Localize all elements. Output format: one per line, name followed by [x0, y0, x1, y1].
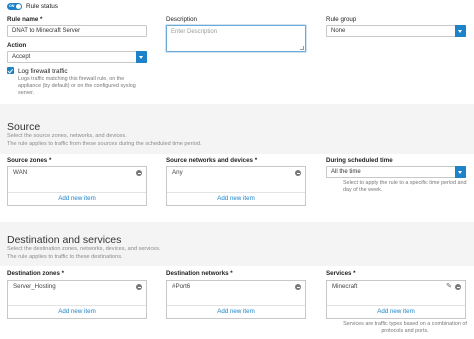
- schedule-value: All the time: [331, 169, 361, 175]
- destination-subtitle-2: The rule applies to traffic to these des…: [7, 254, 123, 260]
- source-zones-list: WAN Add new item: [7, 166, 147, 206]
- action-select[interactable]: Accept: [7, 51, 147, 63]
- add-source-zone-button[interactable]: Add new item: [8, 192, 146, 205]
- service-item: Minecraft: [332, 283, 358, 290]
- schedule-help: Select to apply the rule to a specific t…: [343, 180, 467, 193]
- log-traffic-checkbox[interactable]: [7, 67, 14, 74]
- rule-status-label: Rule status: [26, 3, 58, 10]
- remove-icon[interactable]: [295, 170, 301, 176]
- rule-group-select[interactable]: None: [326, 25, 466, 37]
- schedule-select[interactable]: All the time: [326, 166, 466, 178]
- add-destination-network-button[interactable]: Add new item: [167, 305, 305, 318]
- description-textarea[interactable]: Enter Description: [166, 25, 306, 52]
- action-label: Action: [7, 42, 27, 49]
- chevron-down-icon[interactable]: [455, 166, 466, 178]
- destination-zones-label: Destination zones *: [7, 270, 65, 277]
- remove-icon[interactable]: [455, 284, 461, 290]
- add-source-network-button[interactable]: Add new item: [167, 192, 305, 205]
- toggle-knob: [16, 4, 21, 9]
- source-zone-item: WAN: [13, 169, 28, 176]
- services-help: Services are traffic types based on a co…: [343, 321, 467, 334]
- remove-icon[interactable]: [295, 284, 301, 290]
- services-list: Minecraft ✎ Add new item: [326, 280, 466, 319]
- services-label: Services *: [326, 270, 356, 277]
- rule-group-label: Rule group: [326, 16, 357, 23]
- destination-zone-item: Server_Hosting: [13, 283, 56, 290]
- action-value: Accept: [12, 54, 31, 60]
- log-traffic-label: Log firewall traffic: [18, 67, 68, 75]
- destination-network-item: #Port6: [172, 283, 191, 290]
- source-network-item: Any: [172, 169, 183, 176]
- remove-icon[interactable]: [136, 284, 142, 290]
- description-label: Description: [166, 16, 197, 23]
- destination-subtitle-1: Select the destination zones, networks, …: [7, 246, 161, 252]
- destination-zones-list: Server_Hosting Add new item: [7, 280, 147, 319]
- log-traffic-help: Logs traffic matching this firewall rule…: [18, 76, 136, 96]
- source-subtitle-2: The rule applies to traffic from these s…: [7, 141, 202, 147]
- resize-handle-icon: [300, 46, 304, 50]
- destination-networks-list: #Port6 Add new item: [166, 280, 306, 319]
- remove-icon[interactable]: [136, 170, 142, 176]
- source-zones-label: Source zones *: [7, 157, 52, 164]
- add-service-button[interactable]: Add new item: [327, 305, 465, 318]
- add-destination-zone-button[interactable]: Add new item: [8, 305, 146, 318]
- schedule-label: During scheduled time: [326, 157, 393, 164]
- rule-name-input[interactable]: DNAT to Minecraft Server: [7, 25, 147, 37]
- rule-name-label: Rule name *: [7, 16, 43, 23]
- rule-status-toggle[interactable]: ON: [7, 3, 22, 10]
- rule-name-value: DNAT to Minecraft Server: [12, 28, 81, 34]
- toggle-on-text: ON: [9, 4, 15, 8]
- check-icon: [7, 67, 13, 73]
- chevron-down-icon[interactable]: [136, 51, 147, 63]
- source-subtitle-1: Select the source zones, networks, and d…: [7, 133, 127, 139]
- chevron-down-icon[interactable]: [455, 25, 466, 37]
- edit-icon[interactable]: ✎: [446, 283, 452, 291]
- rule-group-value: None: [331, 28, 346, 34]
- description-placeholder: Enter Description: [171, 29, 218, 35]
- destination-networks-label: Destination networks *: [166, 270, 233, 277]
- source-networks-list: Any Add new item: [166, 166, 306, 206]
- source-networks-label: Source networks and devices *: [166, 157, 258, 164]
